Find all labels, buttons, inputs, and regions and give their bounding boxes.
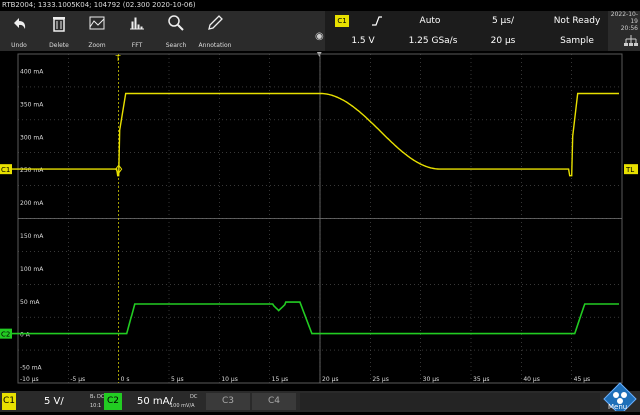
y-tick-label: 150 mA (20, 233, 44, 240)
acquisition-mode[interactable]: Sample (547, 32, 607, 51)
fft-label: FFT (131, 42, 143, 49)
settings-panel: C1 Auto 5 µs/ Not Ready 1.5 V 1.25 GSa/s… (325, 11, 640, 51)
undo-icon (14, 18, 26, 29)
annotation-icon (208, 15, 223, 30)
x-tick-label: 15 µs (272, 376, 289, 383)
timebase-value[interactable]: 5 µs/ (475, 12, 531, 31)
ch2-coupling: DC (190, 394, 198, 400)
delete-icon (53, 17, 65, 32)
x-tick-label: -10 µs (20, 376, 39, 383)
x-tick-label: 30 µs (423, 376, 440, 383)
x-tick-label: 45 µs (574, 376, 591, 383)
y-tick-label: -50 mA (20, 365, 43, 372)
zoom-button[interactable]: Zoom (78, 11, 116, 51)
x-tick-label: 0 s (121, 376, 130, 383)
clock-date: 2022-10-19 (610, 11, 638, 25)
x-tick-label: 5 µs (171, 376, 184, 383)
clock: 2022-10-19 20:56 (608, 11, 638, 32)
title-bar: RTB2004; 1333.1005K04; 104792 (02.300 20… (0, 0, 640, 11)
undo-button[interactable]: Undo (0, 11, 38, 51)
channel-bar: C1 5 V/ B₁ DC 10:1 C2 50 mA/ DC 100 mV/A… (0, 391, 640, 412)
ch1-chip[interactable]: C1 (2, 393, 16, 410)
fft-icon (130, 17, 144, 30)
zoom-icon (89, 16, 105, 30)
delete-button[interactable]: Delete (40, 11, 78, 51)
toolbar-scroll-icon[interactable]: ◉ (315, 31, 324, 42)
menu-label: Menu (608, 403, 628, 411)
ch1-probe: 10:1 (90, 403, 102, 409)
delete-label: Delete (49, 42, 69, 49)
waveform-canvas[interactable]: 400 mA 350 mA 300 mA 250 mA 200 mA 150 mA 100 … (0, 51, 640, 391)
trigger-marker: T (115, 54, 121, 63)
y-tick-label: 200 mA (20, 200, 44, 207)
ch2-trace (9, 301, 619, 335)
c2-marker-label: C2 (1, 331, 10, 339)
record-length[interactable]: 20 µs (475, 32, 531, 51)
x-tick-label: 35 µs (473, 376, 490, 383)
menu-button[interactable]: Menu (602, 381, 638, 415)
ch2-chip[interactable]: C2 (104, 393, 122, 410)
y-tick-label: 100 mA (20, 266, 44, 273)
search-button[interactable]: Search (157, 11, 195, 51)
x-tick-label: 10 µs (221, 376, 238, 383)
x-tick-label: -5 µs (70, 376, 85, 383)
top-right-panel: 2022-10-19 20:56 (608, 11, 640, 51)
ch2-probe: 100 mV/A (170, 403, 195, 409)
trigger-level[interactable]: 1.5 V (343, 32, 383, 51)
trigger-channel-chip[interactable]: C1 (335, 15, 349, 27)
ch1-coupling: B₁ DC (90, 394, 105, 400)
ch4-chip[interactable]: C4 (252, 393, 296, 410)
tl-marker-label: TL (625, 166, 634, 174)
empty-slot (300, 393, 600, 410)
rising-edge-icon[interactable] (365, 12, 389, 31)
y-tick-label: 0 A (20, 332, 31, 339)
acquisition-status: Not Ready (553, 16, 601, 26)
ch1-trace (9, 92, 619, 177)
x-tick-label: 25 µs (372, 376, 389, 383)
annotation-label: Annotation (198, 42, 232, 49)
y-tick-label: 400 mA (20, 68, 44, 75)
y-tick-label: 250 mA (20, 167, 44, 174)
trigger-mode[interactable]: Auto (407, 12, 453, 31)
toolbar: Undo Delete Zoom FFT Search Annotation ◉… (0, 11, 325, 58)
y-tick-label: 300 mA (20, 134, 44, 141)
ch3-chip[interactable]: C3 (206, 393, 250, 410)
ch1-scale[interactable]: 5 V/ (44, 393, 64, 410)
annotation-button[interactable]: Annotation (196, 11, 234, 51)
undo-label: Undo (11, 42, 27, 49)
zoom-label: Zoom (88, 42, 106, 49)
x-tick-label: 40 µs (523, 376, 540, 383)
c1-marker-label: C1 (1, 166, 10, 174)
instrument-title: RTB2004; 1333.1005K04; 104792 (02.300 20… (2, 1, 196, 9)
network-icon[interactable] (624, 33, 638, 47)
fft-button[interactable]: FFT (118, 11, 156, 51)
x-tick-label: 20 µs (322, 376, 339, 383)
y-tick-label: 350 mA (20, 101, 44, 108)
waveform-display[interactable]: 400 mA 350 mA 300 mA 250 mA 200 mA 150 mA 100 … (0, 51, 640, 391)
ch2-scale[interactable]: 50 mA/ (137, 393, 173, 410)
clock-time: 20:56 (620, 25, 638, 32)
search-label: Search (165, 42, 187, 49)
search-icon (168, 15, 184, 31)
y-tick-label: 50 mA (20, 299, 40, 306)
sample-rate: 1.25 GSa/s (408, 36, 458, 46)
